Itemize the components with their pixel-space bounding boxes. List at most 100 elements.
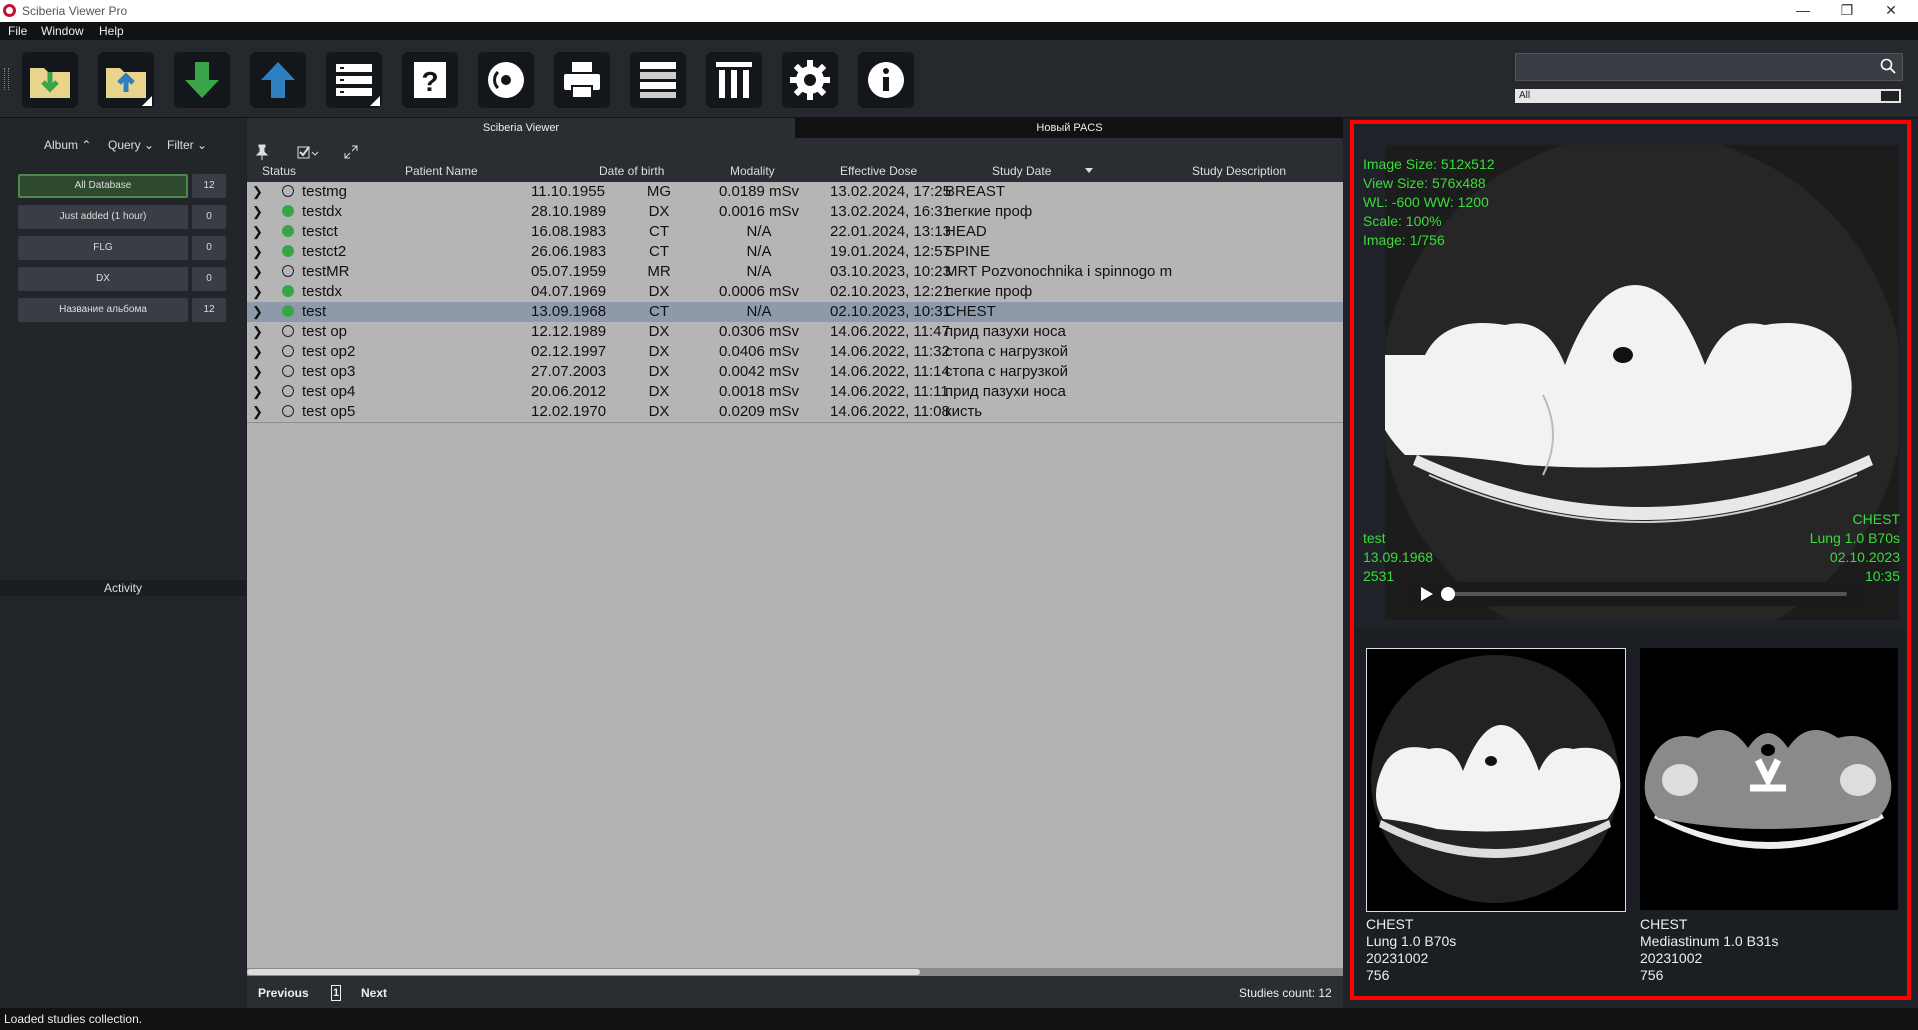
table-row[interactable]: ❯ testdx 28.10.1989 DX 0.0016 mSv 13.02.2024,… [247,202,1343,223]
col-modality[interactable]: Modality [730,164,775,178]
expand-row-icon[interactable]: ❯ [252,342,263,362]
table-row[interactable]: ❯ test 13.09.1968 CT N/A 02.10.2023, 10:31 CHE… [247,302,1343,323]
expand-row-icon[interactable]: ❯ [252,282,263,302]
minimize-button[interactable]: — [1783,2,1823,18]
expand-row-icon[interactable]: ❯ [252,202,263,222]
toolbar-grip[interactable] [4,68,9,90]
cell-name: testMR [302,263,350,280]
horizontal-scrollbar[interactable] [247,968,1343,976]
menu-file[interactable]: File [8,24,27,38]
cell-modality: DX [648,323,670,340]
table-row[interactable]: ❯ test op4 20.06.2012 DX 0.0018 mSv 14.06.202… [247,382,1343,403]
album-menu[interactable]: Album ⌃ [44,138,91,152]
cell-dob: 13.09.1968 [531,303,607,320]
cell-name: testdx [302,203,343,220]
table-row[interactable]: ❯ test op5 12.02.1970 DX 0.0209 mSv 14.06.202… [247,402,1343,423]
album-dx[interactable]: DX [18,267,188,291]
search-input[interactable] [1515,53,1903,81]
cell-dose: 0.0042 mSv [718,363,800,380]
album-item[interactable]: All Database 12 [18,174,226,198]
cell-date: 14.06.2022, 11:11 [830,383,949,400]
album-all-database[interactable]: All Database [18,174,188,198]
album-count: 12 [192,298,226,322]
expand-row-icon[interactable]: ❯ [252,242,263,262]
cell-modality: DX [648,203,670,220]
album-item[interactable]: Название альбома 12 [18,298,226,322]
print-button[interactable] [554,52,610,108]
col-status[interactable]: Status [262,164,296,178]
info-button[interactable] [858,52,914,108]
cell-dose: 0.0018 mSv [718,383,800,400]
expand-row-icon[interactable]: ❯ [252,222,263,242]
table-row[interactable]: ❯ testMR 05.07.1959 MR N/A 03.10.2023, 10:23 M… [247,262,1343,283]
cell-name: test op [302,323,348,340]
disc-icon [488,62,524,98]
menu-help[interactable]: Help [99,24,124,38]
table-row[interactable]: ❯ testmg 11.10.1955 MG 0.0189 mSv 13.02.2024,… [247,182,1343,203]
cell-name: testct2 [302,243,347,260]
cell-modality: DX [648,283,670,300]
col-effective-dose[interactable]: Effective Dose [840,164,917,178]
expand-row-icon[interactable]: ❯ [252,322,263,342]
album-item[interactable]: Just added (1 hour) 0 [18,205,226,229]
query-menu[interactable]: Query ⌄ [108,138,154,152]
table-row[interactable]: ❯ test op 12.12.1989 DX 0.0306 mSv 14.06.2022… [247,322,1343,343]
server-list-button[interactable] [326,52,382,108]
title-bar: Sciberia Viewer Pro — ❐ ✕ [0,0,1918,22]
cell-dob: 05.07.1959 [531,263,607,280]
expand-row-icon[interactable]: ❯ [252,302,263,322]
filter-toggle-icon[interactable] [1881,91,1899,101]
expand-row-icon[interactable]: ❯ [252,262,263,282]
table-row[interactable]: ❯ testct 16.08.1983 CT N/A 22.01.2024, 13:13 H… [247,222,1343,243]
status-message: Loaded studies collection. [4,1012,143,1026]
album-flg[interactable]: FLG [18,236,188,260]
col-study-description[interactable]: Study Description [1192,164,1286,178]
col-patient-name[interactable]: Patient Name [405,164,478,178]
expand-row-icon[interactable]: ❯ [252,382,263,402]
cell-date: 14.06.2022, 11:47 [830,323,950,340]
cell-desc: стопа с нагрузкой [945,343,1068,360]
menu-window[interactable]: Window [41,24,84,38]
upload-button[interactable] [250,52,306,108]
album-custom[interactable]: Название альбома [18,298,188,322]
expand-row-icon[interactable]: ❯ [252,362,263,382]
previous-page-button[interactable]: Previous [258,986,309,1000]
scrollbar-thumb[interactable] [247,969,920,975]
expand-row-icon[interactable]: ❯ [252,182,263,202]
toolbar: ? All [0,40,1918,118]
pagination-bar: Previous 1 Next Studies count: 12 [247,976,1343,1008]
burn-disc-button[interactable] [478,52,534,108]
tab-sciberia-viewer[interactable]: Sciberia Viewer [247,118,795,138]
cell-name: testct [302,223,338,240]
delete-button[interactable] [706,52,762,108]
album-just-added[interactable]: Just added (1 hour) [18,205,188,229]
album-item[interactable]: FLG 0 [18,236,226,260]
album-item[interactable]: DX 0 [18,267,226,291]
col-study-date[interactable]: Study Date [992,164,1051,178]
table-row[interactable]: ❯ testdx 04.07.1969 DX 0.0006 mSv 02.10.2023,… [247,282,1343,303]
table-row[interactable]: ❯ test op3 27.07.2003 DX 0.0042 mSv 14.06.202… [247,362,1343,383]
maximize-button[interactable]: ❐ [1827,2,1867,19]
tab-new-pacs[interactable]: Новый PACS [796,118,1343,138]
col-date-of-birth[interactable]: Date of birth [599,164,664,178]
import-folder-button[interactable] [22,52,78,108]
expand-row-icon[interactable]: ❯ [252,402,263,422]
next-page-button[interactable]: Next [361,986,387,1000]
search-icon[interactable] [1880,58,1896,74]
filter-menu[interactable]: Filter ⌄ [167,138,207,152]
layout-button[interactable] [630,52,686,108]
select-checkbox-icon[interactable] [297,144,319,160]
download-button[interactable] [174,52,230,108]
table-row[interactable]: ❯ test op2 02.12.1997 DX 0.0406 mSv 14.06.202… [247,342,1343,363]
cell-dose: N/A [746,263,772,280]
table-row[interactable]: ❯ testct2 26.06.1983 CT N/A 19.01.2024, 12:57… [247,242,1343,263]
settings-button[interactable] [782,52,838,108]
expand-icon[interactable] [343,144,359,160]
pin-icon[interactable] [255,144,269,160]
search-filter-select[interactable]: All [1515,89,1901,103]
upload-folder-button[interactable] [98,52,154,108]
cell-desc: CHEST [945,303,996,320]
activity-header[interactable]: Activity [0,580,246,596]
help-button[interactable]: ? [402,52,458,108]
close-button[interactable]: ✕ [1871,2,1911,19]
